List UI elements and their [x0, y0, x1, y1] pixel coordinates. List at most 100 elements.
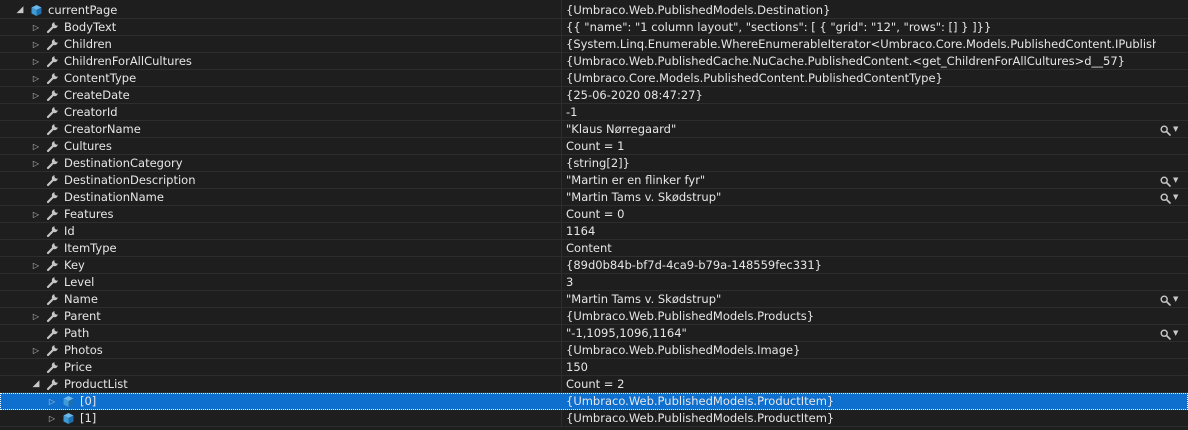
watch-row-value[interactable]: {Umbraco.Web.PublishedModels.Destination… [566, 2, 1156, 19]
watch-row[interactable]: ▷ [0] {Umbraco.Web.PublishedModels.Product… [0, 393, 1188, 410]
watch-row-value[interactable]: {Umbraco.Web.PublishedModels.ProductItem… [566, 410, 1156, 427]
watch-row-value[interactable]: {{ "name": "1 column layout", "sections"… [566, 19, 1156, 36]
watch-row-value[interactable]: 1164 [566, 223, 1156, 240]
watch-row[interactable]: ▷ Photos {Umbraco.Web.PublishedModels.Imag… [0, 342, 1188, 359]
watch-row-value[interactable]: {Umbraco.Web.PublishedModels.ProductItem… [566, 393, 1156, 410]
watch-row-value[interactable]: {Umbraco.Core.Models.PublishedContent.Pu… [566, 70, 1156, 87]
expand-arrow-icon[interactable]: ▷ [30, 342, 42, 359]
watch-row-name: Path [64, 326, 90, 340]
watch-row[interactable]: Path "-1,1095,1096,1164" ▼ [0, 325, 1188, 342]
collapse-arrow-icon[interactable]: ◢ [30, 376, 42, 393]
watch-row-value[interactable]: 150 [566, 359, 1156, 376]
expand-arrow-icon[interactable]: ▷ [30, 155, 42, 172]
watch-row-name: [1] [80, 411, 97, 425]
watch-row[interactable]: ▷ BodyText {{ "name": "1 column layout", "… [0, 19, 1188, 36]
expand-arrow-icon[interactable]: ▷ [30, 53, 42, 70]
expand-arrow-icon[interactable]: ▷ [30, 257, 42, 274]
watch-row-name: Children [64, 37, 112, 51]
watch-row[interactable]: Id 1164 [0, 223, 1188, 240]
text-visualizer-button[interactable]: ▼ [1158, 291, 1184, 308]
watch-row-value[interactable]: "Klaus Nørregaard" [566, 121, 1156, 138]
property-icon [46, 157, 59, 170]
watch-row-value[interactable]: Count = 0 [566, 206, 1156, 223]
watch-row-value[interactable]: Count = 2 [566, 376, 1156, 393]
watch-row-value[interactable]: Count = 1 [566, 138, 1156, 155]
watch-row[interactable]: ▷ Key {89d0b84b-bf7d-4ca9-b79a-148559fec33… [0, 257, 1188, 274]
watch-row[interactable]: CreatorId -1 [0, 104, 1188, 121]
watch-row-value[interactable]: "Martin Tams v. Skødstrup" [566, 189, 1156, 206]
watch-row-name: ChildrenForAllCultures [64, 54, 192, 68]
watch-row-name: ProductList [64, 377, 128, 391]
property-icon [46, 344, 59, 357]
property-icon [46, 123, 59, 136]
property-icon [46, 242, 59, 255]
watch-row-name: DestinationName [64, 190, 164, 204]
watch-row-name: CreateDate [64, 88, 130, 102]
watch-row[interactable]: CreatorName "Klaus Nørregaard" ▼ [0, 121, 1188, 138]
text-visualizer-button[interactable]: ▼ [1158, 172, 1184, 189]
object-icon [62, 412, 75, 425]
dropdown-arrow-icon: ▼ [1173, 125, 1179, 133]
watch-row[interactable]: ItemType Content [0, 240, 1188, 257]
watch-row-name: Id [64, 224, 75, 238]
watch-row-value[interactable]: "-1,1095,1096,1164" [566, 325, 1156, 342]
watch-row[interactable]: DestinationDescription "Martin er en flin… [0, 172, 1188, 189]
text-visualizer-button[interactable]: ▼ [1158, 121, 1184, 138]
watch-row-name: Cultures [64, 139, 112, 153]
expand-arrow-icon[interactable]: ▷ [46, 410, 58, 427]
property-icon [46, 140, 59, 153]
watch-row[interactable]: ▷ ContentType {Umbraco.Core.Models.Publish… [0, 70, 1188, 87]
watch-row-name: Price [64, 360, 93, 374]
expand-arrow-icon[interactable]: ▷ [30, 36, 42, 53]
watch-row[interactable]: ◢ currentPage {Umbraco.Web.PublishedModels… [0, 2, 1188, 19]
property-icon [46, 259, 59, 272]
watch-row-value[interactable]: Content [566, 240, 1156, 257]
watch-row-value[interactable]: "Martin Tams v. Skødstrup" [566, 291, 1156, 308]
text-visualizer-button[interactable]: ▼ [1158, 325, 1184, 342]
expand-arrow-icon[interactable]: ▷ [30, 19, 42, 36]
watch-row[interactable]: ▷ Children {System.Linq.Enumerable.WhereEn… [0, 36, 1188, 53]
watch-row[interactable]: ▷ [1] {Umbraco.Web.PublishedModels.Product… [0, 410, 1188, 427]
watch-row-name: BodyText [64, 20, 117, 34]
watch-row-value[interactable]: {System.Linq.Enumerable.WhereEnumerableI… [566, 36, 1156, 53]
watch-row-value[interactable]: {Umbraco.Web.PublishedCache.NuCache.Publ… [566, 53, 1156, 70]
watch-row-value[interactable]: {string[2]} [566, 155, 1156, 172]
watch-row-name: Parent [64, 309, 101, 323]
expand-arrow-icon[interactable]: ▷ [30, 138, 42, 155]
watch-row[interactable]: ▷ Cultures Count = 1 [0, 138, 1188, 155]
watch-row[interactable]: Name "Martin Tams v. Skødstrup" ▼ [0, 291, 1188, 308]
watch-row-name: ContentType [64, 71, 137, 85]
property-icon [46, 89, 59, 102]
watch-row-value[interactable]: {25-06-2020 08:47:27} [566, 87, 1156, 104]
watch-row-value[interactable]: 3 [566, 274, 1156, 291]
watch-row-value[interactable]: {Umbraco.Web.PublishedModels.Image} [566, 342, 1156, 359]
watch-row-name: Features [64, 207, 114, 221]
watch-row[interactable]: Level 3 [0, 274, 1188, 291]
watch-row-value[interactable]: "Martin er en flinker fyr" [566, 172, 1156, 189]
watch-row[interactable]: ▷ Features Count = 0 [0, 206, 1188, 223]
expand-arrow-icon[interactable]: ▷ [30, 206, 42, 223]
watch-row[interactable]: ◢ ProductList Count = 2 [0, 376, 1188, 393]
property-icon [46, 293, 59, 306]
expand-arrow-icon[interactable]: ▷ [30, 70, 42, 87]
expand-arrow-icon[interactable]: ▷ [46, 393, 58, 410]
text-visualizer-button[interactable]: ▼ [1158, 189, 1184, 206]
watch-row[interactable]: DestinationName "Martin Tams v. Skødstrup… [0, 189, 1188, 206]
watch-row[interactable]: ▷ ChildrenForAllCultures {Umbraco.Web.Publ… [0, 53, 1188, 70]
watch-row-name: DestinationDescription [64, 173, 196, 187]
watch-row[interactable]: Price 150 [0, 359, 1188, 376]
watch-window: ◢ currentPage {Umbraco.Web.PublishedModels… [0, 0, 1188, 427]
watch-row[interactable]: ▷ CreateDate {25-06-2020 08:47:27} [0, 87, 1188, 104]
watch-row[interactable]: ▷ Parent {Umbraco.Web.PublishedModels.Prod… [0, 308, 1188, 325]
watch-row-name: CreatorId [64, 105, 118, 119]
watch-row-value[interactable]: {89d0b84b-bf7d-4ca9-b79a-148559fec331} [566, 257, 1156, 274]
watch-row[interactable]: ▷ DestinationCategory {string[2]} [0, 155, 1188, 172]
dropdown-arrow-icon: ▼ [1173, 193, 1179, 201]
expand-arrow-icon[interactable]: ▷ [30, 308, 42, 325]
watch-row-value[interactable]: -1 [566, 104, 1156, 121]
collapse-arrow-icon[interactable]: ◢ [14, 2, 26, 19]
dropdown-arrow-icon: ▼ [1173, 176, 1179, 184]
watch-row-value[interactable]: {Umbraco.Web.PublishedModels.Products} [566, 308, 1156, 325]
expand-arrow-icon[interactable]: ▷ [30, 87, 42, 104]
object-icon [30, 4, 43, 17]
